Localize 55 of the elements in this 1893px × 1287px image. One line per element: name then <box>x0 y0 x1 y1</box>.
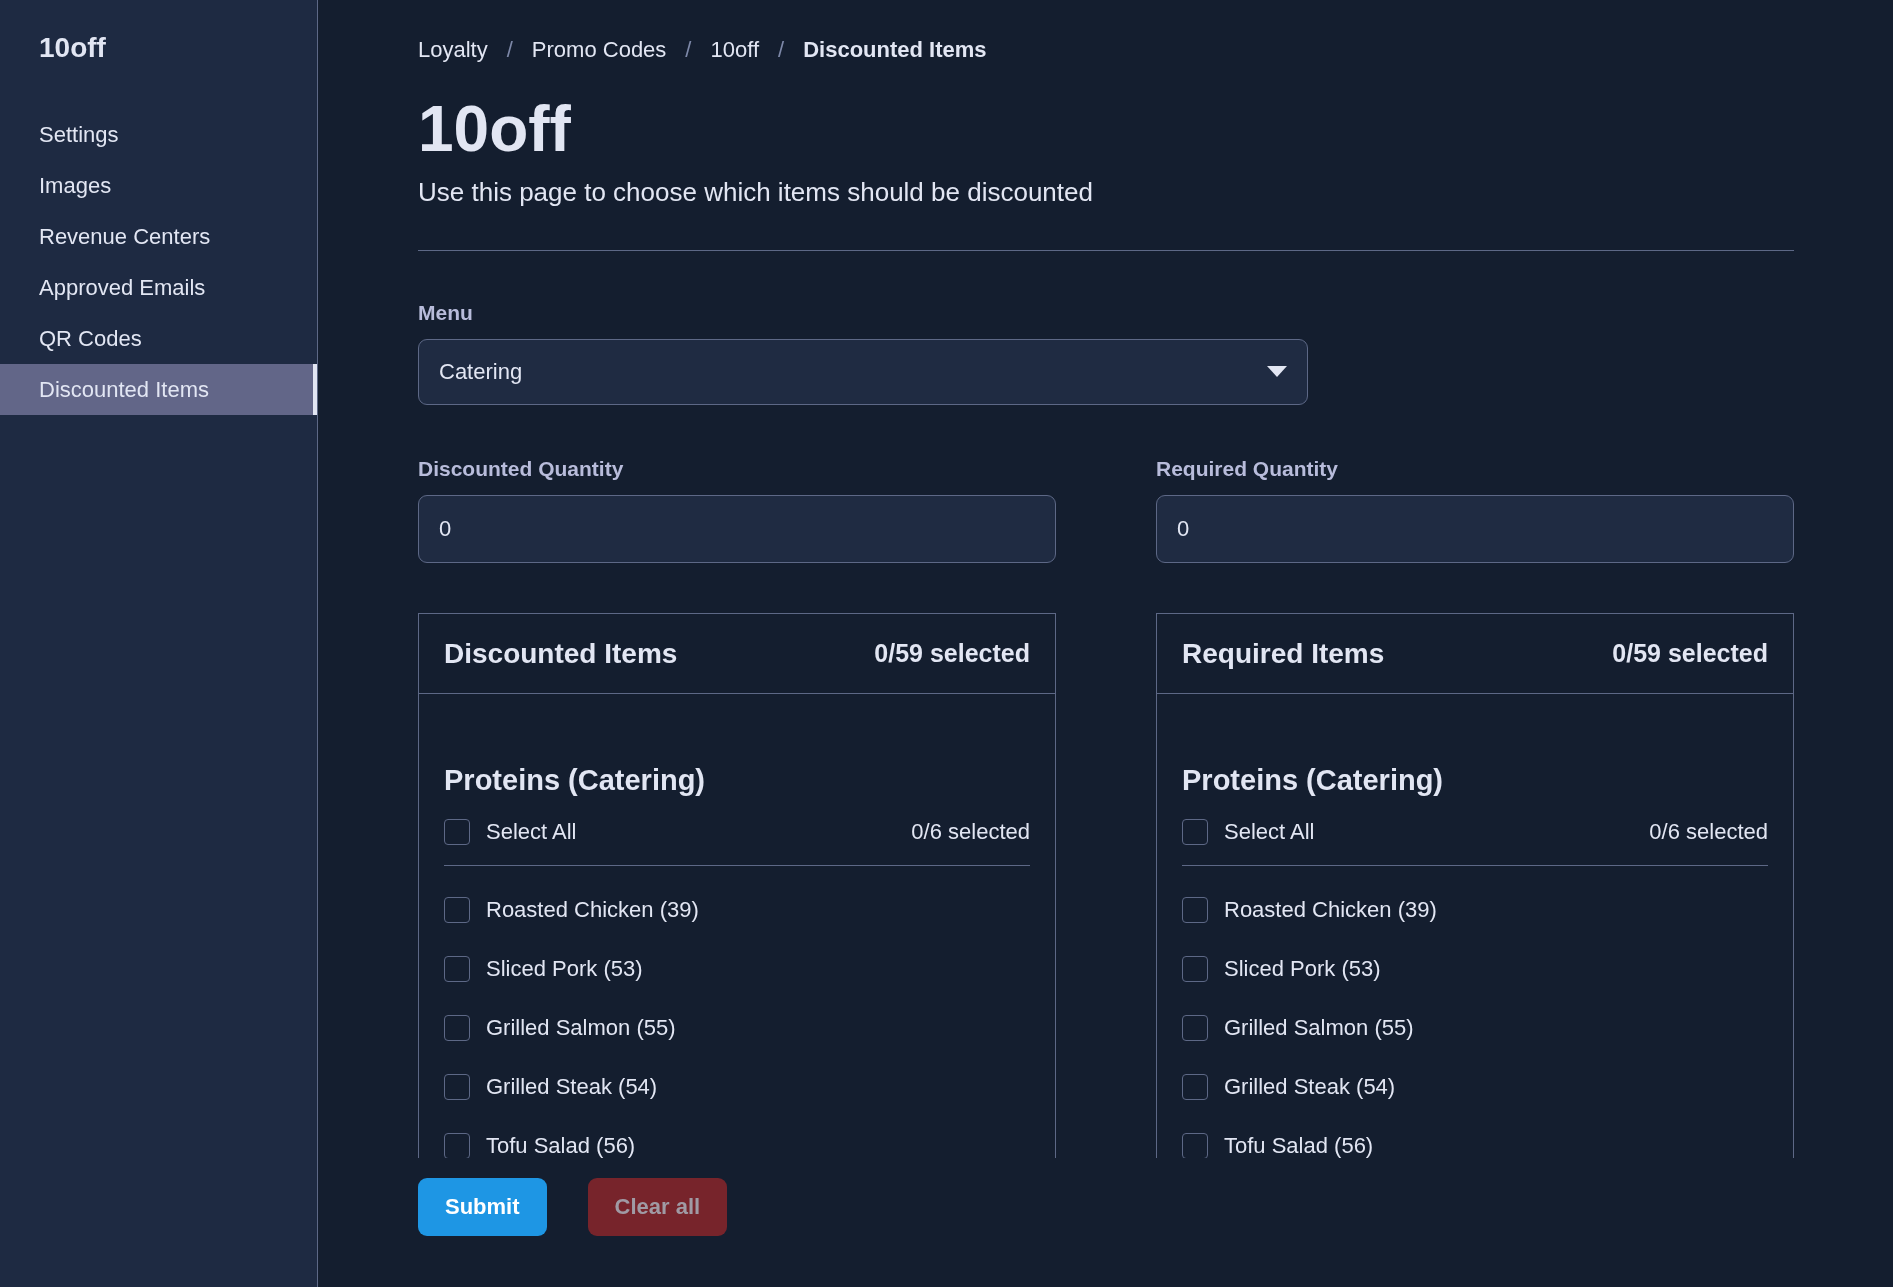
checkbox-label: Grilled Steak (54) <box>486 1074 658 1100</box>
selection-count: 0/59 selected <box>874 639 1030 668</box>
checkbox[interactable] <box>444 956 470 982</box>
checkbox[interactable] <box>1182 1074 1208 1100</box>
selection-count: 0/59 selected <box>1612 639 1768 668</box>
checkbox[interactable] <box>444 819 470 845</box>
checkbox-label: Sliced Pork (53) <box>1224 956 1381 982</box>
panel-title: Required Items <box>1182 637 1385 670</box>
quantity-input[interactable]: 0 <box>418 495 1056 563</box>
breadcrumb-separator: / <box>506 36 513 64</box>
field-label: Menu <box>418 301 473 325</box>
page-subtitle: Use this page to choose which items should be discounted <box>418 176 1093 208</box>
field-label: Required Quantity <box>1156 457 1339 481</box>
checkbox[interactable] <box>444 1015 470 1041</box>
checkbox[interactable] <box>1182 1133 1208 1158</box>
checkbox-label: Grilled Salmon (55) <box>1224 1015 1414 1041</box>
sidebar-item[interactable]: Discounted Items <box>0 364 317 415</box>
sidebar-item[interactable]: Images <box>0 160 317 211</box>
checkbox[interactable] <box>444 1133 470 1158</box>
sidebar-item[interactable]: QR Codes <box>0 313 317 364</box>
checkbox-label: Tofu Salad (56) <box>486 1133 636 1158</box>
caret-icon <box>1267 366 1287 378</box>
breadcrumb-link[interactable]: Discounted Items <box>803 36 987 64</box>
breadcrumb-separator: / <box>778 36 785 64</box>
sidebar-item[interactable]: Settings <box>0 109 317 160</box>
sidebar-item[interactable]: Revenue Centers <box>0 211 317 262</box>
page-title: 10off <box>418 94 571 164</box>
checkbox[interactable] <box>1182 819 1208 845</box>
field-label: Discounted Quantity <box>418 457 624 481</box>
checkbox[interactable] <box>1182 897 1208 923</box>
group-title: Proteins (Catering) <box>1182 764 1444 797</box>
checkbox-label: Select All <box>1224 819 1315 845</box>
sidebar-item[interactable]: Approved Emails <box>0 262 317 313</box>
group-title: Proteins (Catering) <box>444 764 706 797</box>
checkbox-label: Roasted Chicken (39) <box>1224 897 1437 923</box>
checkbox-label: Sliced Pork (53) <box>486 956 643 982</box>
panel-title: Discounted Items <box>444 637 678 670</box>
checkbox[interactable] <box>1182 956 1208 982</box>
checkbox[interactable] <box>444 897 470 923</box>
checkbox-label: Grilled Steak (54) <box>1224 1074 1396 1100</box>
checkbox[interactable] <box>1182 1015 1208 1041</box>
quantity-input[interactable]: 0 <box>1156 495 1794 563</box>
selection-count: 0/6 selected <box>911 819 1030 845</box>
selection-count: 0/6 selected <box>1649 819 1768 845</box>
breadcrumb-link[interactable]: Promo Codes <box>531 36 667 64</box>
checkbox-label: Tofu Salad (56) <box>1224 1133 1374 1158</box>
checkbox[interactable] <box>444 1074 470 1100</box>
checkbox-label: Select All <box>486 819 577 845</box>
menu-select[interactable]: Catering <box>418 339 1308 405</box>
brand-title: 10off <box>38 32 106 64</box>
breadcrumb-link[interactable]: 10off <box>710 36 760 64</box>
checkbox-label: Grilled Salmon (55) <box>486 1015 676 1041</box>
breadcrumb-link[interactable]: Loyalty <box>418 36 488 64</box>
checkbox-label: Roasted Chicken (39) <box>486 897 699 923</box>
breadcrumb-separator: / <box>685 36 692 64</box>
